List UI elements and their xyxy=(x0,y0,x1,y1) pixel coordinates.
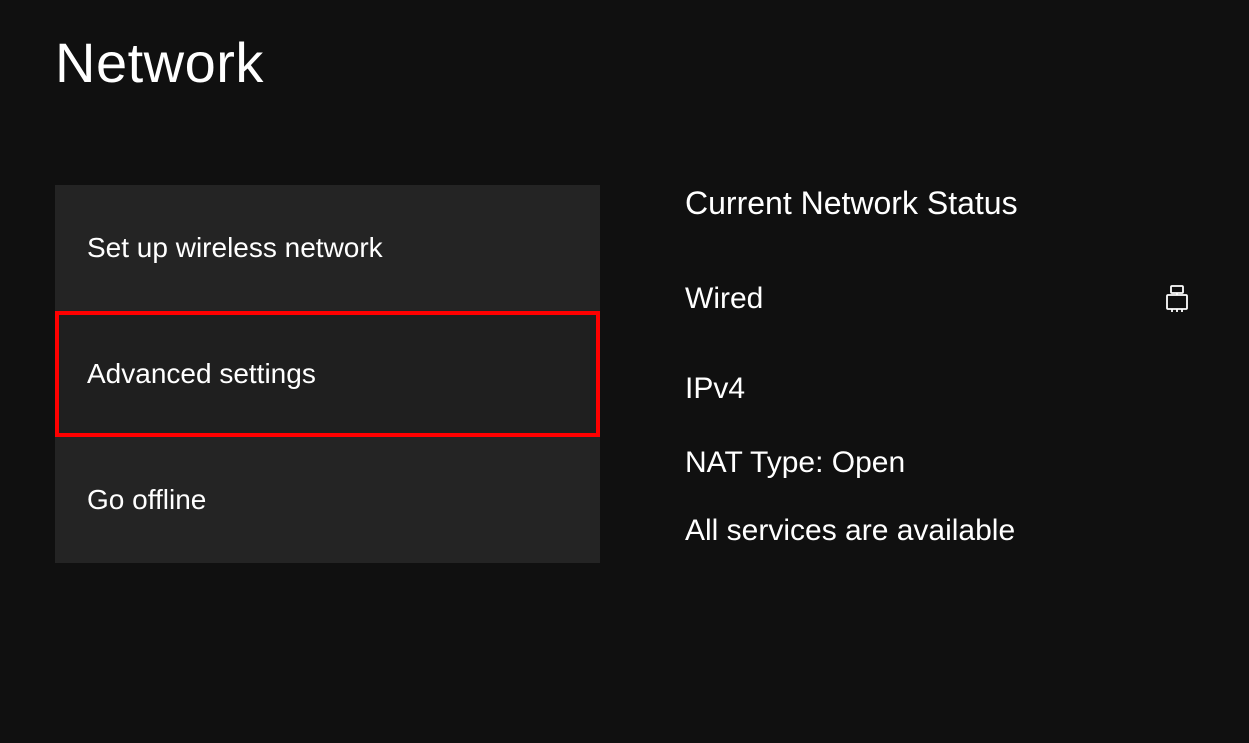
status-column: Current Network Status Wired IPv4 N xyxy=(685,185,1194,563)
connection-type-label: Wired xyxy=(685,282,763,316)
connection-type-row: Wired xyxy=(685,282,1194,316)
nat-type-label: NAT Type: Open xyxy=(685,445,1194,481)
menu-item-go-offline[interactable]: Go offline xyxy=(55,437,600,563)
services-status-label: All services are available xyxy=(685,513,1194,549)
menu-item-setup-wireless[interactable]: Set up wireless network xyxy=(55,185,600,311)
menu-item-advanced-settings[interactable]: Advanced settings xyxy=(55,311,600,437)
menu-item-label: Advanced settings xyxy=(87,358,316,390)
status-heading: Current Network Status xyxy=(685,185,1194,222)
ethernet-icon xyxy=(1165,285,1189,313)
menu-item-label: Set up wireless network xyxy=(87,232,383,264)
menu-item-label: Go offline xyxy=(87,484,206,516)
ip-protocol-label: IPv4 xyxy=(685,371,1194,407)
page-title: Network xyxy=(55,30,1194,95)
menu-column: Set up wireless network Advanced setting… xyxy=(55,185,600,563)
